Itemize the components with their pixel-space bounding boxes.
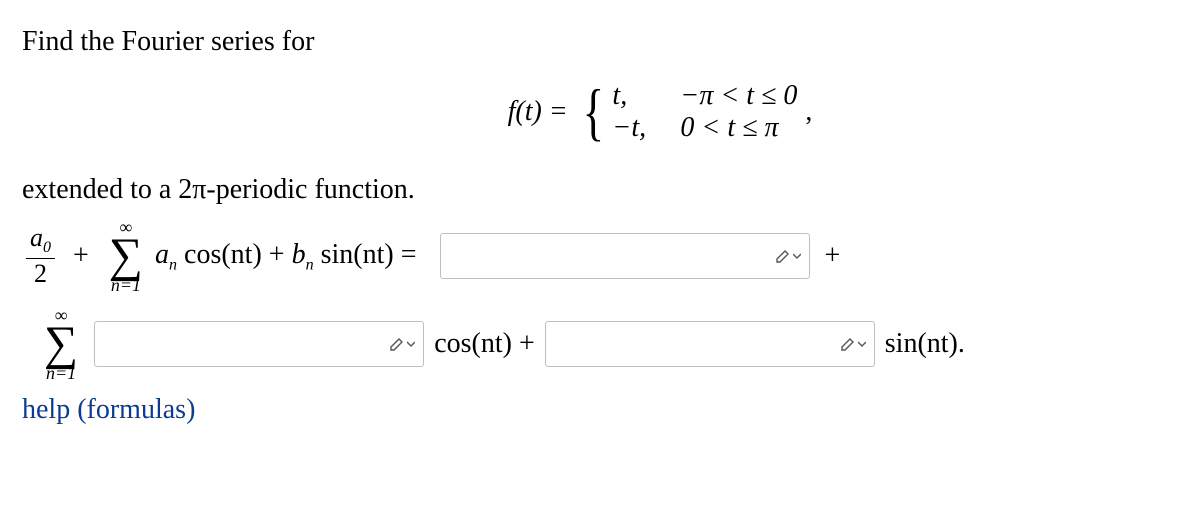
equals-sign: =: [401, 239, 417, 270]
sigma-sum-1: ∞ ∑ n=1: [109, 218, 143, 294]
piecewise-case2-cond: 0 < t ≤ π: [680, 112, 778, 144]
a0-sub: 0: [43, 239, 51, 256]
an-sub: n: [169, 256, 177, 273]
help-link-wrap: help (formulas): [22, 394, 1178, 426]
edit-dropdown-icon[interactable]: [387, 332, 417, 356]
cos-term: cos(nt): [177, 239, 262, 270]
sigma-sum-2: ∞ ∑ n=1: [44, 306, 78, 382]
piecewise-definition: f(t) = { t, −π < t ≤ 0 −t, 0 < t ≤ π ,: [22, 80, 1178, 144]
a0-answer-input[interactable]: [441, 234, 809, 278]
an-answer-input[interactable]: [95, 322, 423, 366]
bn-sym: b: [292, 239, 306, 270]
piecewise-case1-cond: −π < t ≤ 0: [680, 80, 797, 112]
an-sym: a: [155, 239, 169, 270]
piecewise-trailing-comma: ,: [805, 96, 812, 128]
bn-answer-box[interactable]: [545, 321, 875, 367]
piecewise-case2-value: −t,: [612, 112, 660, 144]
plus-after-a0: +: [824, 240, 840, 272]
a0-answer-box[interactable]: [440, 233, 810, 279]
bn-answer-input[interactable]: [546, 322, 874, 366]
general-term: an cos(nt) + bn sin(nt) =: [155, 239, 416, 275]
sum-lower-1: n=1: [111, 276, 141, 294]
an-answer-box[interactable]: [94, 321, 424, 367]
help-formulas-link[interactable]: help (formulas): [22, 394, 195, 425]
extended-note: extended to a 2π-periodic function.: [22, 174, 1178, 206]
cos-label: cos(nt) +: [434, 328, 535, 360]
a0-over-2: a0 2: [26, 225, 55, 287]
edit-dropdown-icon[interactable]: [773, 244, 803, 268]
piecewise-case1-value: t,: [612, 80, 660, 112]
brace-icon: {: [582, 80, 604, 144]
sin-term: sin(nt): [314, 239, 401, 270]
problem-prompt: Find the Fourier series for: [22, 26, 1178, 58]
a0-den: 2: [30, 261, 51, 287]
sum-lower-2: n=1: [46, 364, 76, 382]
fourier-series-form: a0 2 + ∞ ∑ n=1 an cos(nt) + bn sin(nt) =: [22, 212, 1178, 426]
edit-dropdown-icon[interactable]: [838, 332, 868, 356]
bn-sub: n: [306, 256, 314, 273]
sin-label: sin(nt).: [885, 328, 965, 360]
plus-1: +: [73, 240, 89, 272]
plus-2: +: [262, 239, 292, 270]
a0-num: a: [30, 223, 43, 252]
piecewise-lhs: f(t) =: [508, 96, 568, 128]
